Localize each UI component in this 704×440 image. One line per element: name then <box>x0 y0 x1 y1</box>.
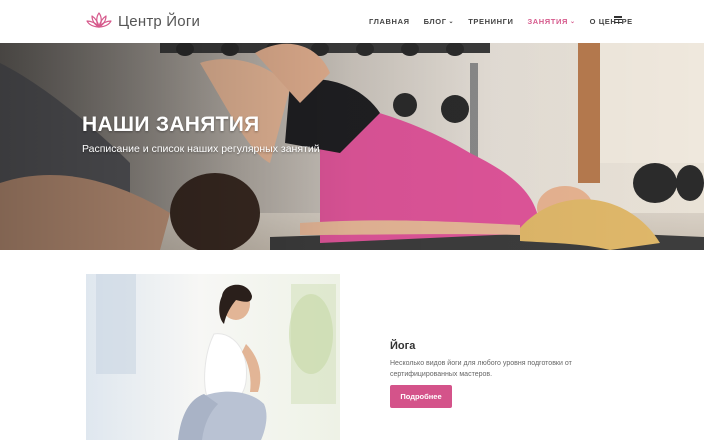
hero-banner: НАШИ ЗАНЯТИЯ Расписание и список наших р… <box>0 43 704 250</box>
class-title: Йога <box>390 340 416 352</box>
nav-item-label: О ЦЕНТРЕ <box>589 17 633 26</box>
site-header: Центр Йоги ГЛАВНАЯ БЛОГ ⌄ ТРЕНИНГИ ЗАНЯТ… <box>0 0 704 43</box>
class-photo <box>86 274 340 440</box>
nav-item-label: ТРЕНИНГИ <box>468 17 514 26</box>
hero-title: НАШИ ЗАНЯТИЯ <box>82 113 260 136</box>
main-nav: ГЛАВНАЯ БЛОГ ⌄ ТРЕНИНГИ ЗАНЯТИЯ ⌄ О ЦЕНТ… <box>369 17 647 26</box>
more-button[interactable]: Подробнее <box>390 385 452 408</box>
nav-item-trainings[interactable]: ТРЕНИНГИ <box>468 17 513 26</box>
chevron-down-icon: ⌄ <box>569 19 576 25</box>
site-logo[interactable]: Центр Йоги <box>86 10 200 32</box>
hamburger-icon[interactable] <box>614 16 622 23</box>
hero-subtitle: Расписание и список наших регулярных зан… <box>82 143 320 155</box>
nav-item-home[interactable]: ГЛАВНАЯ <box>369 17 410 26</box>
nav-item-label: ГЛАВНАЯ <box>369 17 410 26</box>
lotus-icon <box>86 12 112 28</box>
nav-item-blog[interactable]: БЛОГ ⌄ <box>424 17 455 26</box>
class-description: Несколько видов йоги для любого уровня п… <box>390 360 572 378</box>
nav-item-classes[interactable]: ЗАНЯТИЯ ⌄ <box>527 17 575 26</box>
brand-name: Центр Йоги <box>118 12 201 30</box>
chevron-down-icon: ⌄ <box>448 19 455 25</box>
nav-item-label: ЗАНЯТИЯ <box>527 17 568 26</box>
nav-item-label: БЛОГ <box>423 17 447 26</box>
yoga-photo-image <box>86 274 340 440</box>
nav-item-about[interactable]: О ЦЕНТРЕ <box>590 17 633 26</box>
